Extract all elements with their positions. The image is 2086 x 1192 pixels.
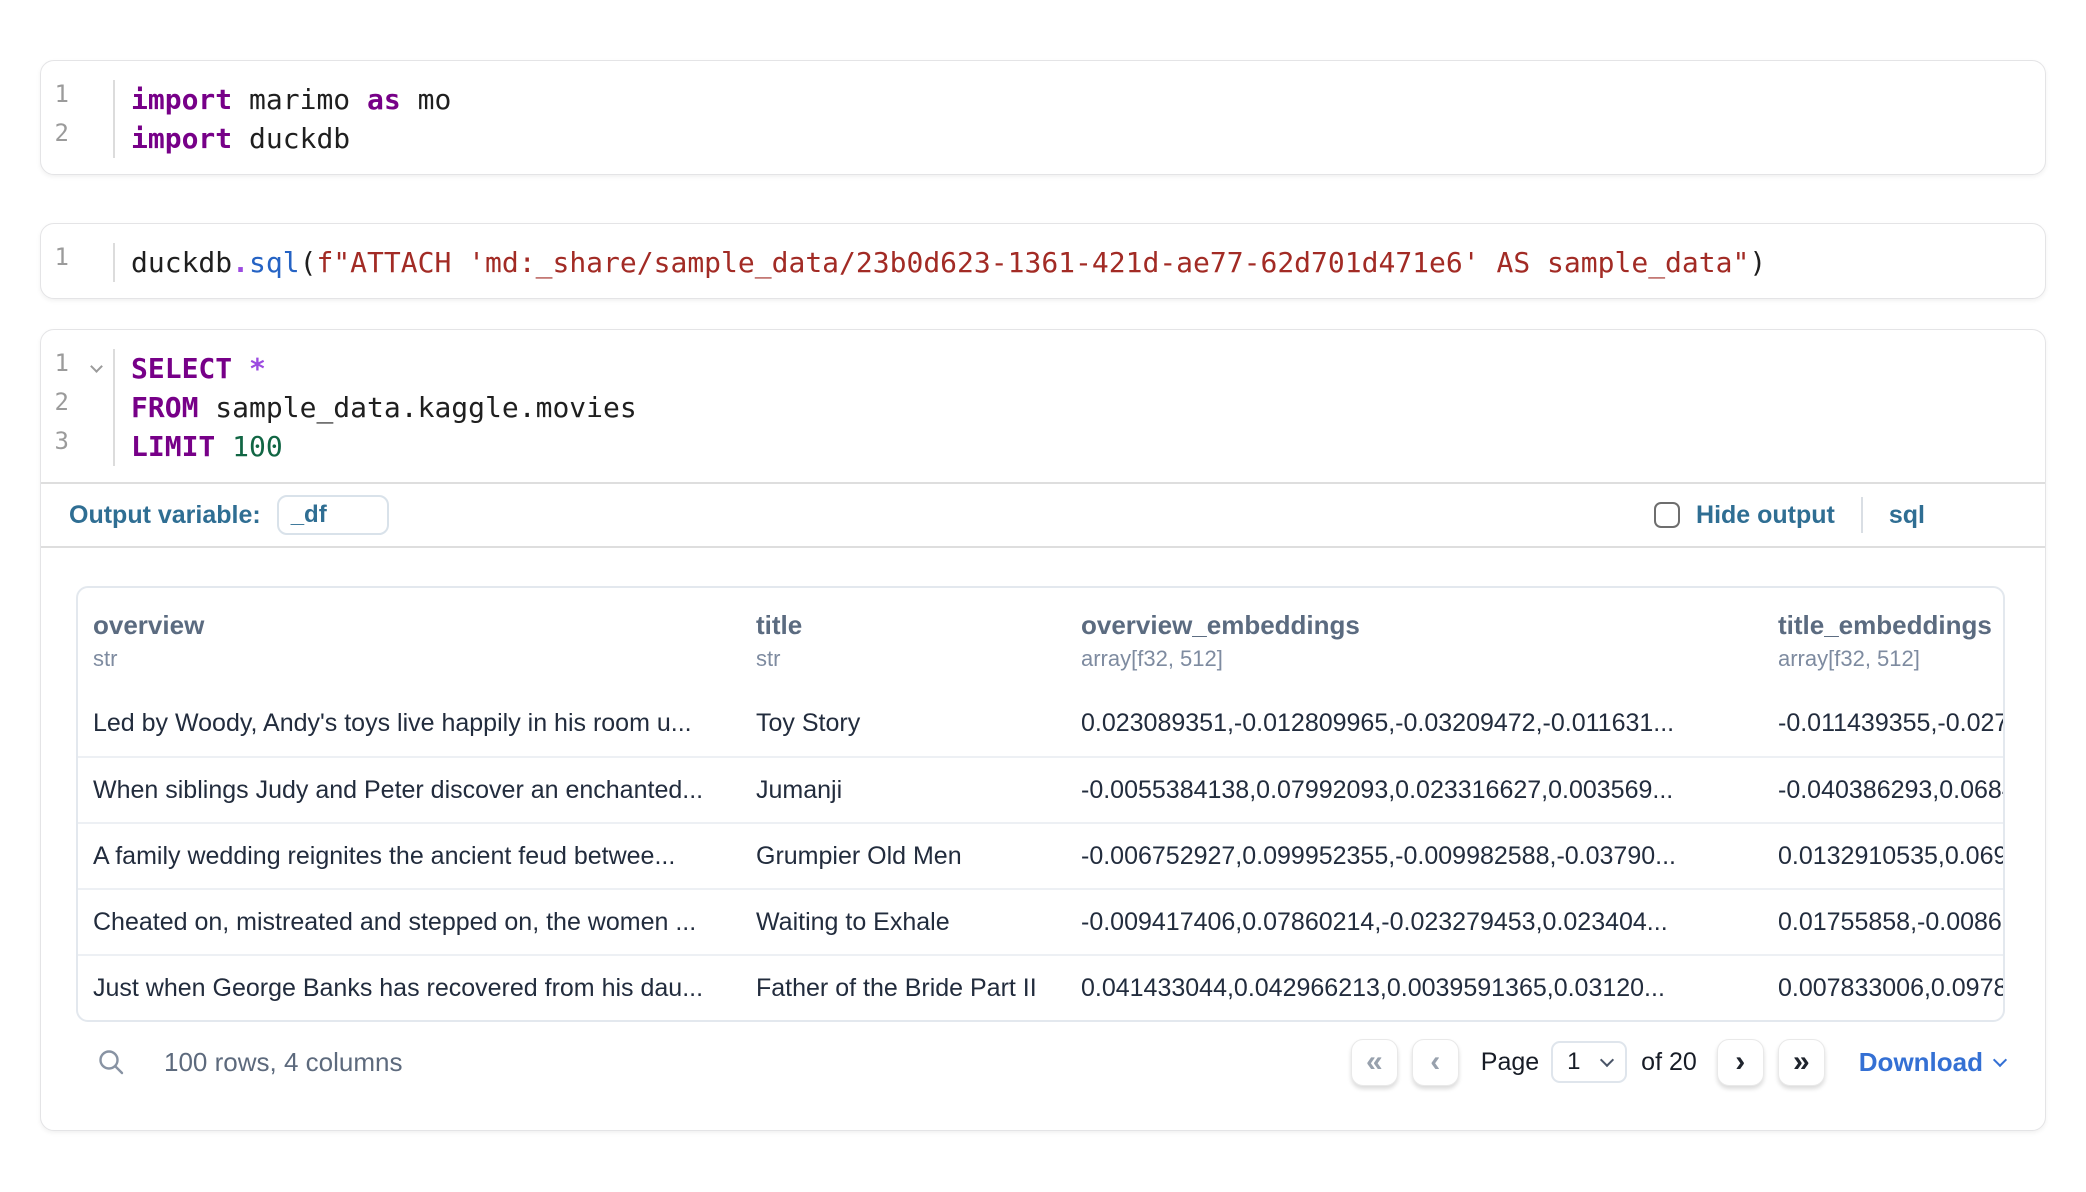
table-cell: -0.009417406,0.07860214,-0.023279453,0.0… [1066,908,1763,937]
chevron-down-icon [1600,1052,1614,1066]
line-number: 3 [41,427,113,466]
notebook: 12 import marimo as moimport duckdb 1 du… [0,0,2086,1131]
hide-output-checkbox[interactable] [1654,502,1680,528]
table-row[interactable]: Just when George Banks has recovered fro… [78,954,2003,1020]
line-numbers-gutter: 1 [41,243,115,282]
table-cell: Waiting to Exhale [741,908,1066,937]
table-cell: Grumpier Old Men [741,842,1066,871]
table-row[interactable]: When siblings Judy and Peter discover an… [78,756,2003,822]
code-content[interactable]: duckdb.sql(f"ATTACH 'md:_share/sample_da… [115,243,1766,282]
cell-sql-query: 123 SELECT *FROM sample_data.kaggle.movi… [40,329,2046,1131]
table-cell: Father of the Bride Part II [741,974,1066,1003]
page-select-value: 1 [1567,1048,1580,1076]
table-cell: 0.007833006,0.0978013 [1763,974,2003,1003]
page-count-label: of 20 [1641,1048,1697,1077]
last-page-button[interactable]: » [1778,1039,1825,1086]
column-header[interactable]: overview_embeddingsarray[f32, 512] [1066,608,1763,674]
table-cell: Toy Story [741,709,1066,738]
page-select[interactable]: 1 [1551,1041,1627,1083]
output-variable-label: Output variable: [69,501,261,530]
hide-output-label[interactable]: Hide output [1696,501,1835,530]
chevron-down-icon [1993,1052,2007,1066]
first-page-button[interactable]: « [1351,1039,1398,1086]
column-type: array[f32, 512] [1778,644,2003,674]
code-editor[interactable]: 123 SELECT *FROM sample_data.kaggle.movi… [41,330,2045,482]
table-row[interactable]: Cheated on, mistreated and stepped on, t… [78,888,2003,954]
table-cell: -0.040386293,0.0684511 [1763,776,2003,805]
table-cell: Cheated on, mistreated and stepped on, t… [78,908,741,937]
table-cell: Jumanji [741,776,1066,805]
code-content[interactable]: SELECT *FROM sample_data.kaggle.moviesLI… [115,349,637,466]
line-number: 2 [41,388,113,427]
column-type: array[f32, 512] [1081,644,1763,674]
table-cell: A family wedding reignites the ancient f… [78,842,741,871]
line-number: 1 [41,243,113,282]
table-header: overviewstrtitlestroverview_embeddingsar… [78,588,2003,690]
search-icon[interactable] [96,1047,126,1077]
column-name: title_embeddings [1778,608,2003,642]
line-numbers-gutter: 123 [41,349,115,466]
table-cell: Just when George Banks has recovered fro… [78,974,741,1003]
column-type: str [93,644,741,674]
row-count-summary: 100 rows, 4 columns [164,1047,402,1078]
code-editor[interactable]: 12 import marimo as moimport duckdb [41,61,2045,174]
table-cell: 0.041433044,0.042966213,0.0039591365,0.0… [1066,974,1763,1003]
table-cell: -0.0055384138,0.07992093,0.023316627,0.0… [1066,776,1763,805]
table-cell: -0.006752927,0.099952355,-0.009982588,-0… [1066,842,1763,871]
fold-chevron-icon[interactable] [90,360,103,373]
cell-imports: 12 import marimo as moimport duckdb [40,60,2046,175]
download-button[interactable]: Download [1859,1047,2005,1078]
column-name: overview_embeddings [1081,608,1763,642]
table-row[interactable]: A family wedding reignites the ancient f… [78,822,2003,888]
download-label: Download [1859,1047,1983,1078]
line-number: 1 [41,349,113,388]
column-name: overview [93,608,741,642]
line-number: 1 [41,80,113,119]
table-toolbar: 100 rows, 4 columns « ‹ Page 1 of 20 › » [76,1034,2005,1090]
column-header[interactable]: titlestr [741,608,1066,674]
table-cell: 0.0132910535,0.069585 [1763,842,2003,871]
prev-page-button[interactable]: ‹ [1412,1039,1459,1086]
results-table: overviewstrtitlestroverview_embeddingsar… [76,586,2005,1022]
pagination: « ‹ Page 1 of 20 › » Download [1351,1039,2005,1086]
table-cell: 0.023089351,-0.012809965,-0.03209472,-0.… [1066,709,1763,738]
table-body: Led by Woody, Andy's toys live happily i… [78,690,2003,1020]
cell-attach-db: 1 duckdb.sql(f"ATTACH 'md:_share/sample_… [40,223,2046,299]
table-cell: -0.011439355,-0.027525 [1763,709,2003,738]
column-type: str [756,644,1066,674]
column-header[interactable]: title_embeddingsarray[f32, 512] [1763,608,2003,674]
code-content[interactable]: import marimo as moimport duckdb [115,80,451,158]
cell-output: overviewstrtitlestroverview_embeddingsar… [41,586,2045,1130]
table-cell: Led by Woody, Andy's toys live happily i… [78,709,741,738]
divider [1861,497,1863,533]
line-number: 2 [41,119,113,158]
table-cell: 0.01755858,-0.00862866 [1763,908,2003,937]
column-name: title [756,608,1066,642]
column-header[interactable]: overviewstr [78,608,741,674]
table-cell: When siblings Judy and Peter discover an… [78,776,741,805]
output-variable-input[interactable]: _df [277,495,389,535]
cell-language-badge[interactable]: sql [1889,501,1925,530]
code-editor[interactable]: 1 duckdb.sql(f"ATTACH 'md:_share/sample_… [41,224,2045,298]
cell-footer: Output variable: _df Hide output sql [41,482,2045,548]
table-row[interactable]: Led by Woody, Andy's toys live happily i… [78,690,2003,756]
line-numbers-gutter: 12 [41,80,115,158]
next-page-button[interactable]: › [1717,1039,1764,1086]
page-label: Page [1481,1048,1539,1077]
